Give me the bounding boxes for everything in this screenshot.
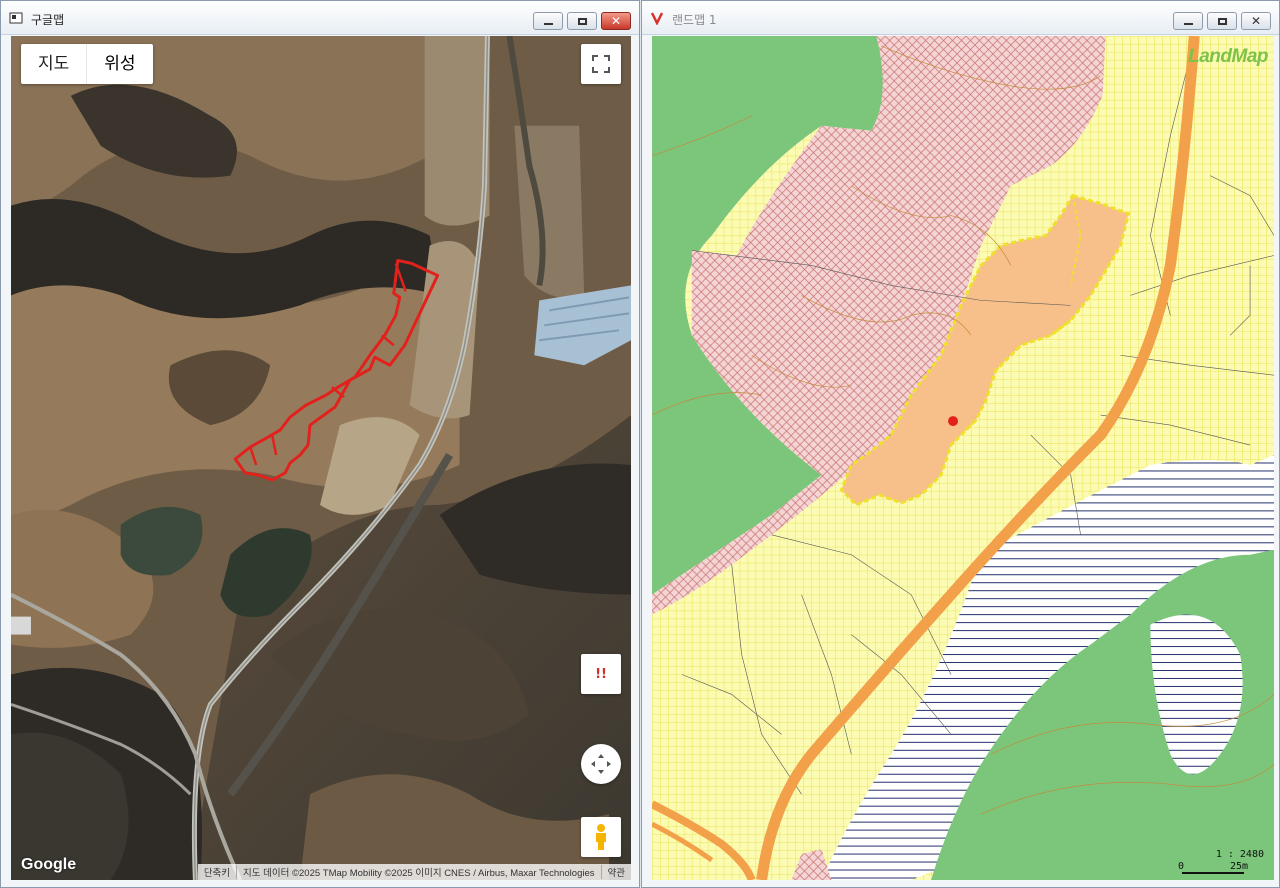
fullscreen-icon — [592, 55, 610, 73]
google-map-titlebar[interactable]: 구글맵 ✕ — [1, 1, 639, 35]
scale-start-label: 0 — [1178, 861, 1185, 872]
scale-line — [1182, 872, 1244, 874]
landmap-logo: LandMap — [1188, 46, 1268, 67]
pegman-icon — [596, 824, 606, 850]
maximize-button[interactable] — [1207, 12, 1237, 30]
warning-icon: !! — [595, 666, 607, 682]
close-icon: ✕ — [1250, 14, 1262, 28]
close-icon: ✕ — [610, 14, 622, 28]
google-logo: Google — [21, 856, 77, 873]
minimize-icon — [1183, 23, 1193, 25]
keyboard-shortcuts-link[interactable]: 단축키 — [198, 865, 236, 879]
map-attribution: 단축키 지도 데이터 ©2025 TMap Mobility ©2025 이미지… — [197, 864, 631, 880]
fullscreen-button[interactable] — [581, 44, 621, 84]
camera-move-icon — [591, 754, 611, 774]
minimize-button[interactable] — [533, 12, 563, 30]
close-button[interactable]: ✕ — [601, 12, 631, 30]
satellite-imagery — [11, 36, 631, 880]
minimize-button[interactable] — [1173, 12, 1203, 30]
maximize-icon — [1217, 17, 1227, 25]
terms-link[interactable]: 약관 — [600, 865, 631, 879]
landmap-app-icon — [650, 12, 664, 25]
landmap-titlebar[interactable]: 랜드맵 1 ✕ — [642, 1, 1279, 35]
maximize-button[interactable] — [567, 12, 597, 30]
map-data-credit: 지도 데이터 ©2025 TMap Mobility ©2025 이미지 CNE… — [236, 865, 600, 879]
landmap-window: 랜드맵 1 ✕ LandMap 1: 2480 0 25m — [641, 0, 1280, 888]
report-issue-button[interactable]: !! — [581, 654, 621, 694]
scale-bar: 0 25m — [1174, 861, 1264, 876]
map-type-toggle: 지도 위성 — [21, 44, 153, 84]
maximize-icon — [577, 17, 587, 25]
street-view-pegman-button[interactable] — [581, 817, 621, 857]
satellite-map[interactable]: 지도 위성 !! Google 단축키 지도 데이터 ©2025 TMap Mo… — [11, 36, 631, 880]
window-title: 구글맵 — [31, 13, 65, 27]
minimize-icon — [543, 23, 553, 25]
map-type-map[interactable]: 지도 — [21, 44, 86, 84]
close-button[interactable]: ✕ — [1241, 12, 1271, 30]
google-map-window: 구글맵 ✕ 지도 위성 !! Google 단축키 지도 데이터 ©2025 T… — [0, 0, 640, 888]
app-icon — [9, 12, 23, 24]
scale-end-label: 25m — [1229, 861, 1248, 872]
zoning-map[interactable]: LandMap 1 : 2480 0 25m — [652, 36, 1274, 880]
map-scale: 1 : 2480 0 25m — [1174, 849, 1264, 876]
camera-control-button[interactable] — [581, 744, 621, 784]
scale-ratio: 1 : 2480 — [1215, 849, 1264, 860]
window-title: 랜드맵 1 — [672, 13, 717, 27]
zoning-map-canvas — [652, 36, 1274, 880]
map-type-satellite[interactable]: 위성 — [86, 44, 152, 84]
